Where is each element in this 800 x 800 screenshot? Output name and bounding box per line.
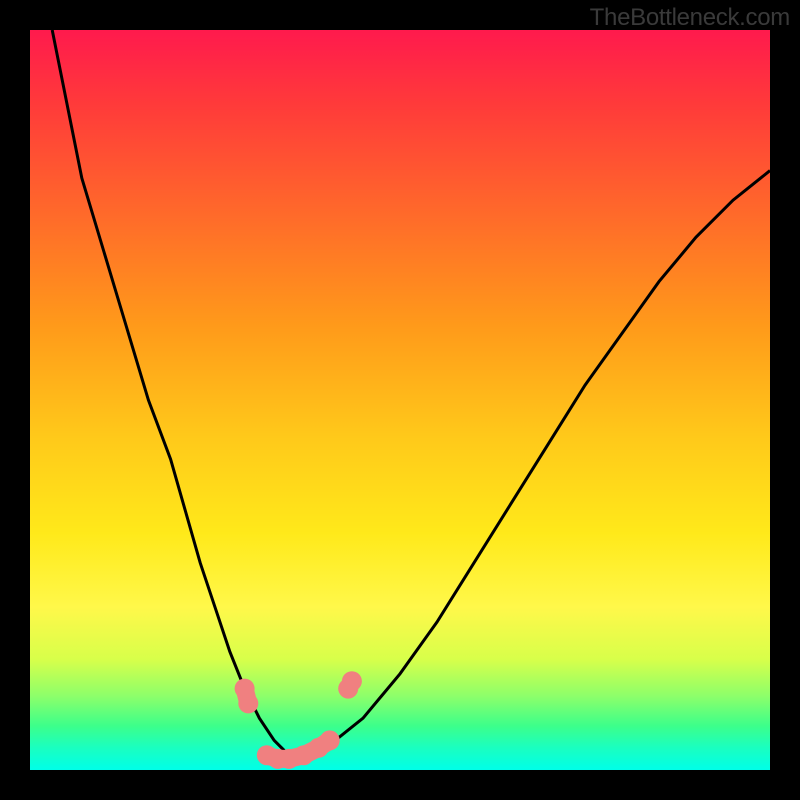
- chart-svg: [30, 30, 770, 770]
- marker-dot: [235, 679, 255, 699]
- chart-plot-area: [30, 30, 770, 770]
- watermark-label: TheBottleneck.com: [590, 4, 790, 32]
- marker-group: [235, 671, 362, 769]
- marker-dot: [238, 693, 258, 713]
- marker-dot: [257, 745, 277, 765]
- marker-dot: [342, 671, 362, 691]
- marker-dot: [320, 730, 340, 750]
- marker-dot: [338, 679, 358, 699]
- marker-dot: [268, 749, 288, 769]
- marker-segment: [304, 748, 319, 755]
- marker-dot: [279, 749, 299, 769]
- bottleneck-curve: [52, 30, 770, 755]
- marker-dot: [294, 745, 314, 765]
- marker-dot: [309, 738, 329, 758]
- marker-segment: [267, 755, 278, 759]
- marker-segment: [245, 689, 249, 704]
- marker-segment: [348, 681, 352, 688]
- marker-segment: [319, 740, 330, 747]
- marker-segment: [289, 755, 304, 759]
